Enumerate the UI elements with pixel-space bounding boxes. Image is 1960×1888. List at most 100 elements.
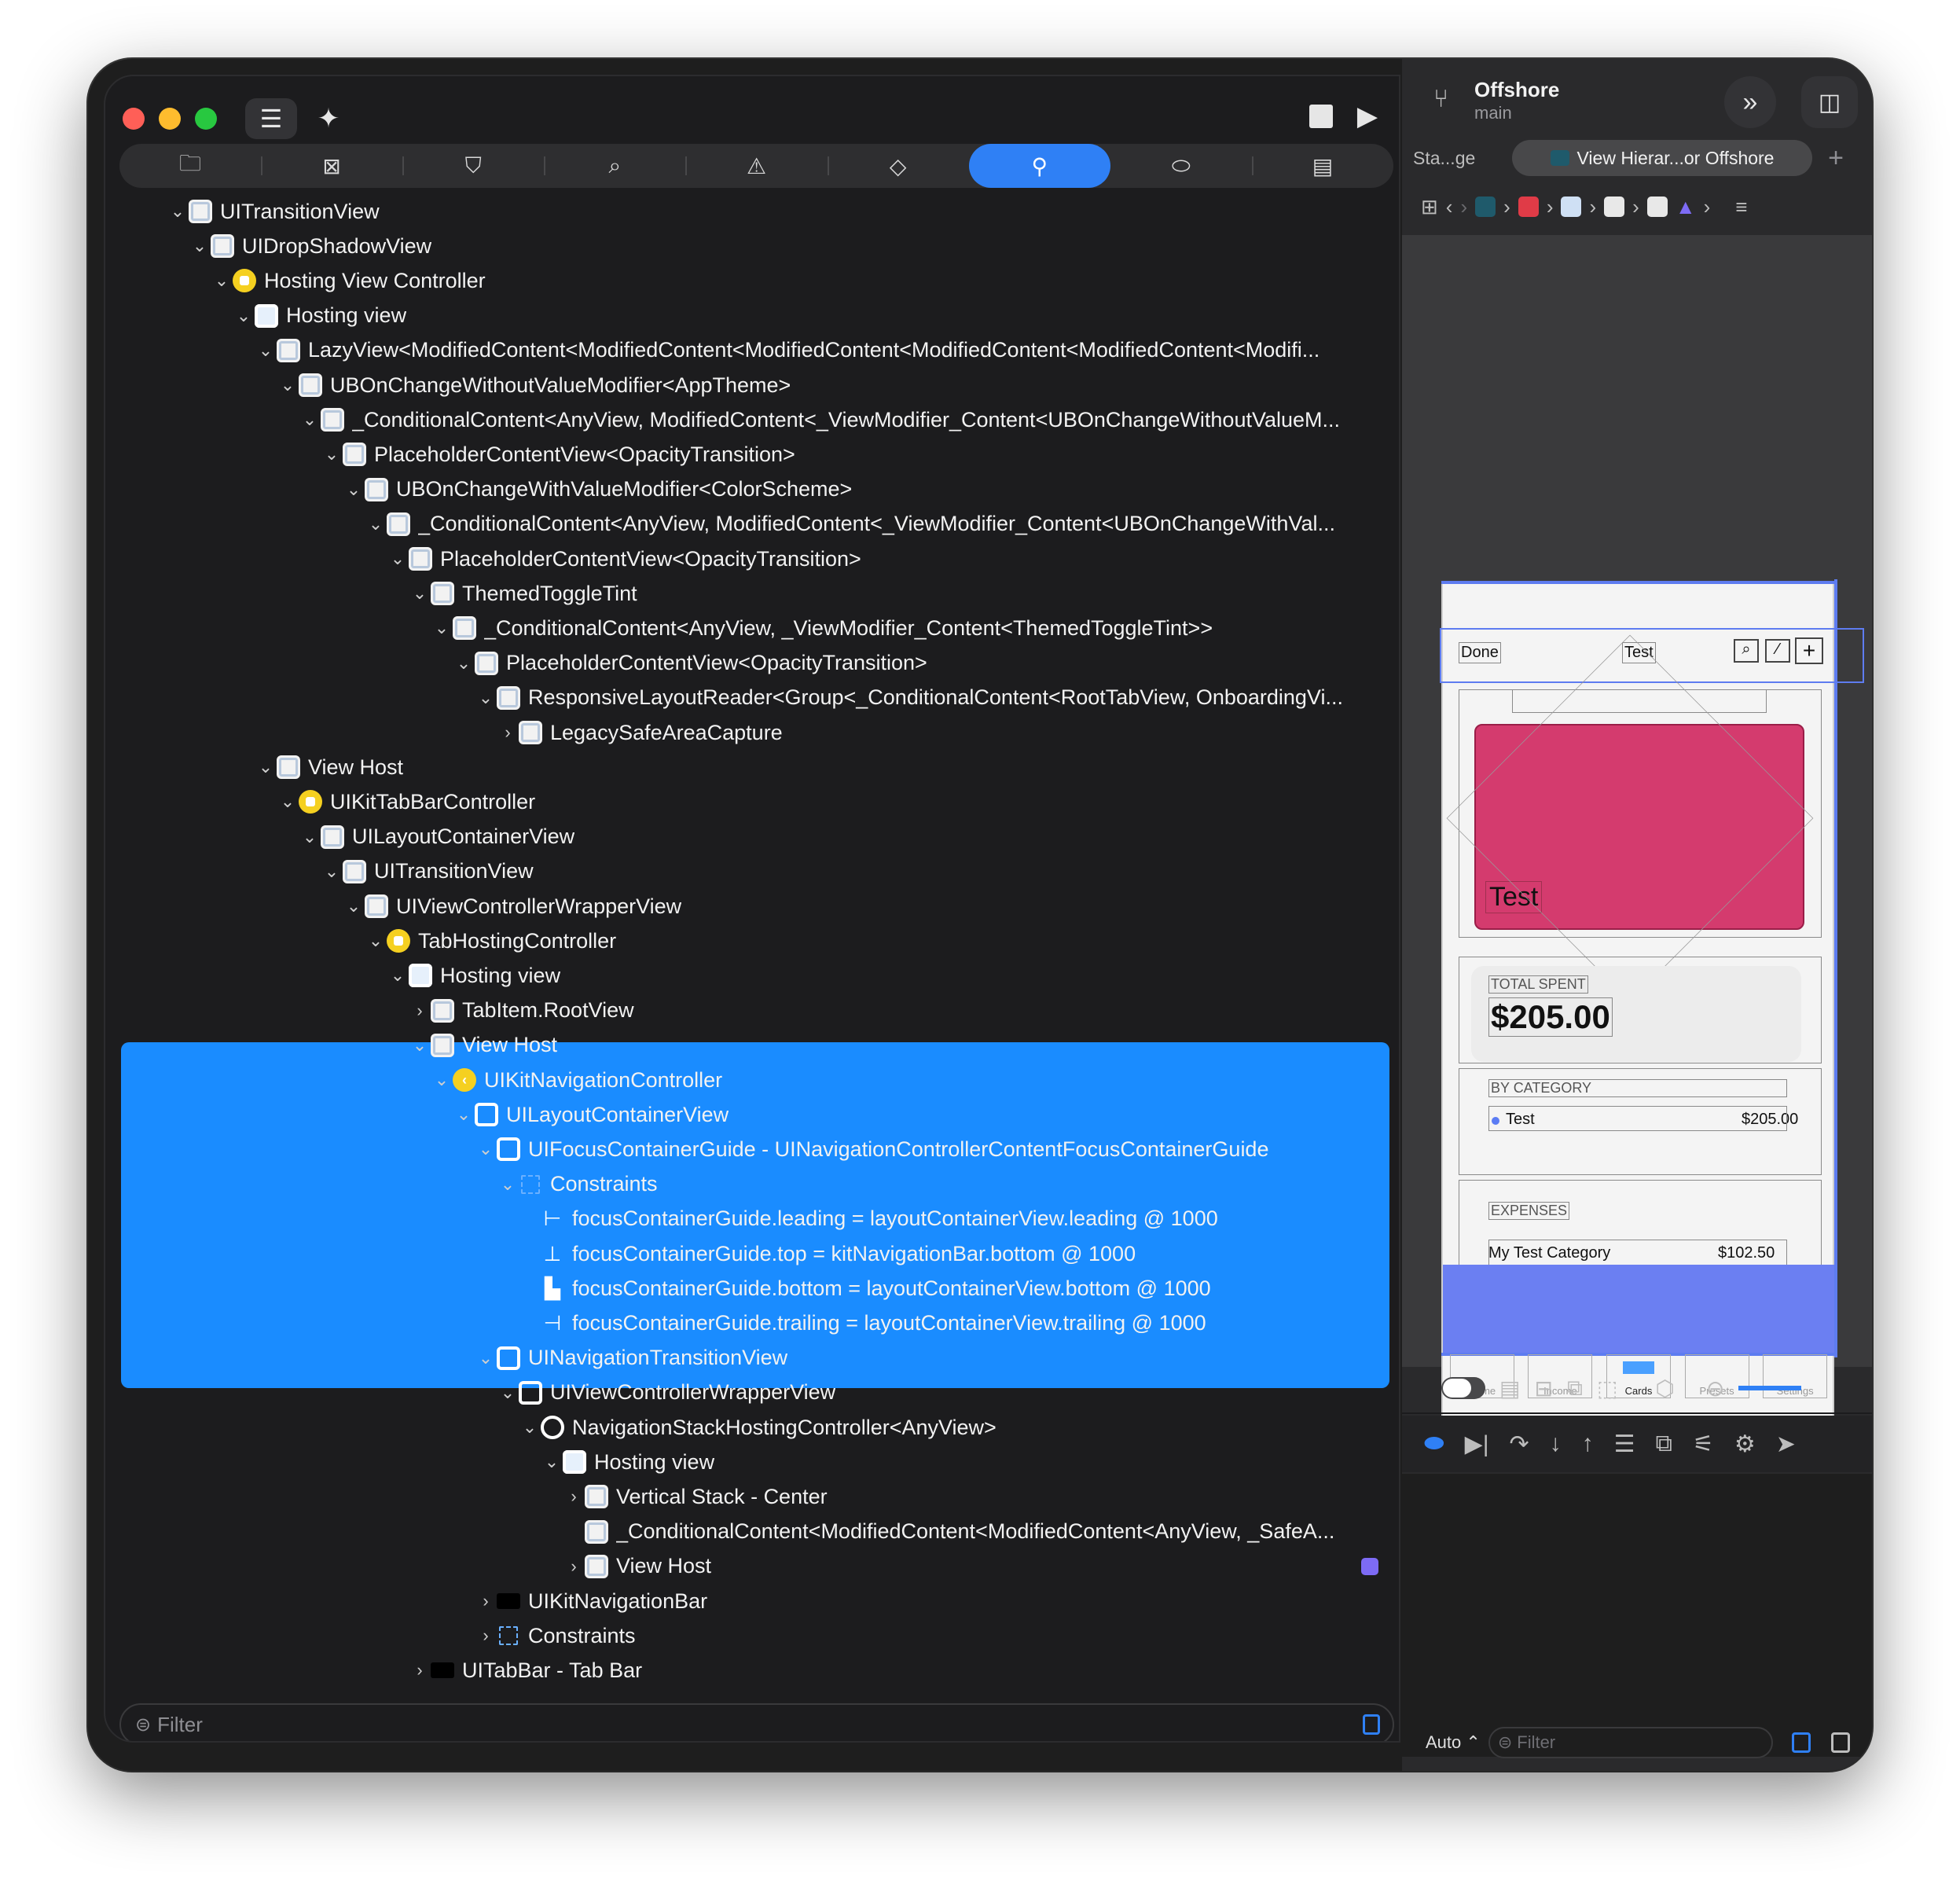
chevron-down-icon[interactable]: ⌄ <box>475 1341 497 1376</box>
tree-row[interactable]: ⌄ TabHostingController <box>105 924 1399 958</box>
tree-row[interactable]: ⌄ Hosting view <box>105 299 1399 333</box>
tree-row[interactable]: ⌄ UINavigationTransitionView <box>105 1341 1399 1376</box>
tree-row[interactable]: ⌄ ResponsiveLayoutReader<Group<_Condition… <box>105 681 1399 715</box>
forward-chevron-icon[interactable]: › <box>1460 195 1467 219</box>
tab-issues[interactable]: ⚠ <box>685 144 827 188</box>
tree-row[interactable]: ⌄ UILayoutContainerView <box>105 820 1399 854</box>
chevron-down-icon[interactable]: ⌄ <box>409 1028 431 1063</box>
tree-row[interactable]: ⌄ UIViewControllerWrapperView <box>105 1376 1399 1410</box>
chevron-down-icon[interactable]: ⌄ <box>189 229 211 263</box>
breadcrumb-window[interactable] <box>1518 197 1539 217</box>
zoom-slider[interactable] <box>1738 1386 1802 1390</box>
breadcrumb-view[interactable] <box>1561 197 1582 217</box>
tab-find[interactable]: ⌕ <box>544 144 685 188</box>
location-arrow-icon[interactable]: ➤ <box>1776 1431 1796 1458</box>
inspector-toggle-button[interactable]: ◫ <box>1801 76 1858 128</box>
minimize-window-button[interactable] <box>159 108 181 130</box>
chevron-right-icon[interactable]: › <box>563 1479 585 1514</box>
breadcrumb-view-3[interactable] <box>1646 197 1668 217</box>
debug-view-hierarchy-icon[interactable]: ☰ <box>1614 1431 1635 1458</box>
chevron-down-icon[interactable]: ⌄ <box>519 1410 541 1445</box>
tree-row[interactable]: › LegacySafeAreaCapture <box>105 715 1399 750</box>
frame-icon[interactable]: ⬚ <box>1597 1376 1617 1401</box>
chevron-down-icon[interactable]: ⌄ <box>497 1167 519 1202</box>
stop-button[interactable] <box>1309 105 1333 128</box>
editor-options-icon[interactable]: ≡ <box>1735 195 1747 219</box>
tree-row[interactable]: ⌄ UIViewControllerWrapperView <box>105 889 1399 924</box>
tree-row[interactable]: ⌄ UIFocusContainerGuide - UINavigationCon… <box>105 1132 1399 1166</box>
tree-row[interactable]: ⌄ UBOnChangeWithoutValueModifier<AppTheme… <box>105 368 1399 402</box>
tree-row[interactable]: ⌄ ‹ UIKitNavigationController <box>105 1063 1399 1097</box>
tab-debug[interactable]: ⚲ <box>968 144 1110 188</box>
simulate-location-icon[interactable]: ⚙ <box>1734 1431 1756 1458</box>
grid-icon[interactable]: ⊞ <box>1421 195 1438 219</box>
navigator-filter-field[interactable]: ⊜ Filter <box>119 1703 1394 1741</box>
tree-row[interactable]: ⌄ Hosting view <box>105 1445 1399 1479</box>
chevron-down-icon[interactable]: ⌄ <box>343 472 365 507</box>
tree-row[interactable]: ⊢ focusContainerGuide.leading = layoutCon… <box>105 1202 1399 1236</box>
tree-row[interactable]: ⌄ _ConditionalContent<AnyView, _ViewModif… <box>105 611 1399 645</box>
tree-row[interactable]: ⌄ UILayoutContainerView <box>105 1097 1399 1132</box>
chevron-right-icon[interactable]: › <box>409 1653 431 1688</box>
chevron-down-icon[interactable]: ⌄ <box>255 333 277 368</box>
chevron-down-icon[interactable]: ⌄ <box>277 368 299 402</box>
tree-row[interactable]: ⌄ UIDropShadowView <box>105 229 1399 263</box>
forward-chevron-2-icon[interactable]: › <box>1704 195 1711 219</box>
chevron-down-icon[interactable]: ⌄ <box>431 611 453 645</box>
zoom-out-icon[interactable]: ⊖ <box>1706 1376 1724 1401</box>
assistant-button[interactable]: ✦ <box>306 98 351 139</box>
chevron-down-icon[interactable]: ⌄ <box>277 784 299 819</box>
layers-icon[interactable]: ⧉ <box>1567 1376 1583 1401</box>
breadcrumb-app[interactable] <box>1475 197 1496 217</box>
chevron-down-icon[interactable]: ⌄ <box>475 1132 497 1166</box>
tree-row[interactable]: › TabItem.RootView <box>105 994 1399 1028</box>
chevron-down-icon[interactable]: ⌄ <box>475 681 497 715</box>
view-debugger-canvas[interactable]: Done Test ⌕ ⁄ + Test TOTAL SPENT $205.00… <box>1402 235 1872 1434</box>
tree-row[interactable]: ⌄ View Host <box>105 750 1399 784</box>
chevron-down-icon[interactable]: ⌄ <box>387 542 409 576</box>
debug-memory-graph-icon[interactable]: ⧉ <box>1656 1431 1672 1457</box>
chevron-down-icon[interactable]: ⌄ <box>453 646 475 681</box>
tree-row[interactable]: ⌄ PlaceholderContentView<OpacityTransitio… <box>105 437 1399 472</box>
tree-row[interactable]: ⌄ Constraints <box>105 1167 1399 1202</box>
chevron-down-icon[interactable]: ⌄ <box>321 854 343 889</box>
tree-row[interactable]: ⌄ LazyView<ModifiedContent<ModifiedConten… <box>105 333 1399 368</box>
more-toolbar-button[interactable]: » <box>1724 76 1776 128</box>
tab-reports[interactable]: ▤ <box>1251 144 1393 188</box>
show-constraints-icon[interactable]: ⊟ <box>1534 1376 1552 1401</box>
chevron-right-icon[interactable]: › <box>563 1549 585 1584</box>
chevron-down-icon[interactable]: ⌄ <box>321 437 343 472</box>
tree-row[interactable]: _ConditionalContent<ModifiedContent<Modi… <box>105 1515 1399 1549</box>
chevron-right-icon[interactable]: › <box>475 1618 497 1653</box>
step-over-icon[interactable]: ↷ <box>1510 1431 1529 1458</box>
show-right-pane-icon[interactable] <box>1831 1732 1850 1753</box>
tree-row[interactable]: ⌄ UITransitionView <box>105 854 1399 889</box>
tab-view-hierarchy[interactable]: View Hierar...or Offshore <box>1512 140 1812 176</box>
run-button[interactable]: ▶ <box>1352 98 1383 134</box>
breadcrumb-view-2[interactable] <box>1604 197 1625 217</box>
zoom-window-button[interactable] <box>195 108 217 130</box>
tree-row[interactable]: ⌄ PlaceholderContentView<OpacityTransitio… <box>105 646 1399 681</box>
back-chevron-icon[interactable]: ‹ <box>1446 195 1453 219</box>
chevron-down-icon[interactable]: ⌄ <box>299 402 321 437</box>
tree-row[interactable]: › UIKitNavigationBar <box>105 1584 1399 1618</box>
continue-icon[interactable]: ▶| <box>1465 1431 1489 1458</box>
chevron-down-icon[interactable]: ⌄ <box>299 820 321 854</box>
chevron-down-icon[interactable]: ⌄ <box>233 299 255 333</box>
toggle-switch[interactable] <box>1441 1377 1485 1399</box>
tree-row[interactable]: ⌄ Hosting view <box>105 958 1399 993</box>
add-tab-button[interactable]: + <box>1812 143 1859 174</box>
tab-tests[interactable]: ◇ <box>827 144 969 188</box>
tree-row[interactable]: ⌄ _ConditionalContent<AnyView, ModifiedCo… <box>105 402 1399 437</box>
chevron-right-icon[interactable]: › <box>497 715 519 750</box>
tab-bookmarks[interactable]: ⛉ <box>402 144 544 188</box>
chevron-down-icon[interactable]: ⌄ <box>211 263 233 298</box>
chevron-down-icon[interactable]: ⌄ <box>541 1445 563 1479</box>
chevron-down-icon[interactable]: ⌄ <box>387 958 409 993</box>
clip-content-icon[interactable]: ▤ <box>1499 1376 1520 1401</box>
step-out-icon[interactable]: ↑ <box>1582 1431 1594 1457</box>
tree-row[interactable]: › Vertical Stack - Center <box>105 1479 1399 1514</box>
auto-selector[interactable]: Auto ⌃ <box>1426 1732 1481 1753</box>
purple-issue-icon[interactable] <box>1361 1557 1378 1575</box>
tree-row[interactable]: ⌄ UBOnChangeWithValueModifier<ColorScheme… <box>105 472 1399 507</box>
